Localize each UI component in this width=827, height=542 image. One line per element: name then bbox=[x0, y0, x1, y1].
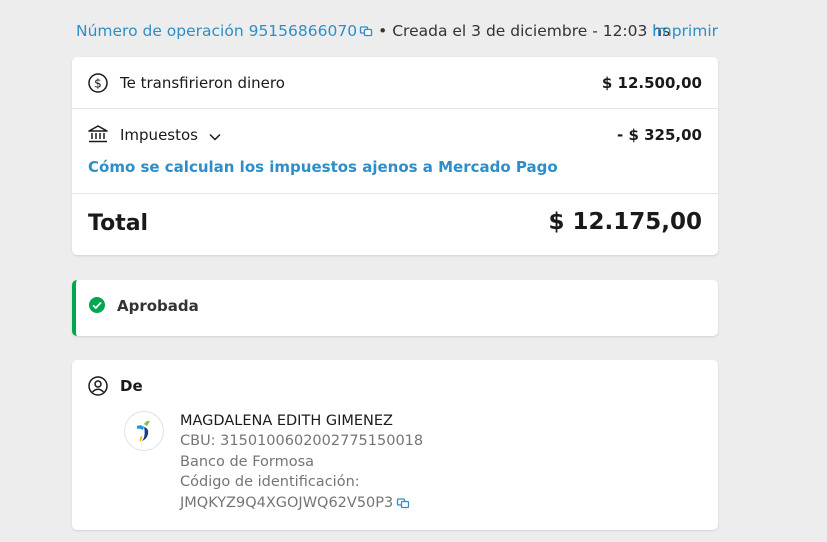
chevron-down-icon bbox=[209, 127, 221, 145]
status-label: Aprobada bbox=[117, 297, 199, 315]
amount-summary-card: $ Te transfirieron dinero $ 12.500,00 Im… bbox=[72, 57, 718, 255]
sender-card: De MAGDALENA EDITH GIMENEZ CBU: 31501006… bbox=[72, 360, 718, 530]
svg-text:$: $ bbox=[94, 77, 102, 91]
total-amount: $ 12.175,00 bbox=[548, 209, 702, 235]
operation-number-link[interactable]: Número de operación 95156866070 bbox=[76, 22, 357, 40]
separator-bullet: • bbox=[378, 22, 388, 40]
id-code-row: JMQKYZ9Q4XGOJWQ62V50P3 bbox=[180, 495, 415, 511]
id-label: Código de identificación: bbox=[180, 474, 360, 490]
user-circle-icon bbox=[87, 375, 109, 397]
from-label: De bbox=[120, 377, 143, 395]
sender-name: MAGDALENA EDITH GIMENEZ bbox=[180, 413, 393, 429]
bank-icon bbox=[87, 123, 109, 145]
copy-icon[interactable] bbox=[359, 24, 373, 38]
taxes-toggle[interactable]: Impuestos bbox=[120, 126, 221, 145]
taxes-amount: - $ 325,00 bbox=[617, 126, 702, 144]
received-amount: $ 12.500,00 bbox=[601, 74, 702, 92]
sender-bank: Banco de Formosa bbox=[180, 454, 315, 470]
taxes-info-link[interactable]: Cómo se calculan los impuestos ajenos a … bbox=[88, 158, 558, 176]
dollar-circle-icon: $ bbox=[87, 72, 109, 94]
sender-cbu: CBU: 3150100602002775150018 bbox=[180, 433, 424, 449]
id-code: JMQKYZ9Q4XGOJWQ62V50P3 bbox=[180, 495, 394, 511]
received-row: $ Te transfirieron dinero $ 12.500,00 bbox=[72, 57, 718, 109]
status-card: Aprobada bbox=[72, 280, 718, 336]
copy-icon[interactable] bbox=[396, 496, 410, 510]
received-label: Te transfirieron dinero bbox=[120, 74, 285, 92]
total-label: Total bbox=[88, 211, 149, 236]
check-circle-icon bbox=[88, 296, 108, 316]
taxes-label: Impuestos bbox=[120, 126, 198, 144]
print-link[interactable]: Imprimir bbox=[652, 22, 718, 40]
created-date: Creada el 3 de diciembre - 12:03 hs bbox=[392, 22, 671, 40]
bank-logo bbox=[124, 411, 164, 451]
operation-header: Número de operación 95156866070 • Creada… bbox=[76, 20, 718, 42]
total-row: Total $ 12.175,00 bbox=[72, 193, 718, 255]
